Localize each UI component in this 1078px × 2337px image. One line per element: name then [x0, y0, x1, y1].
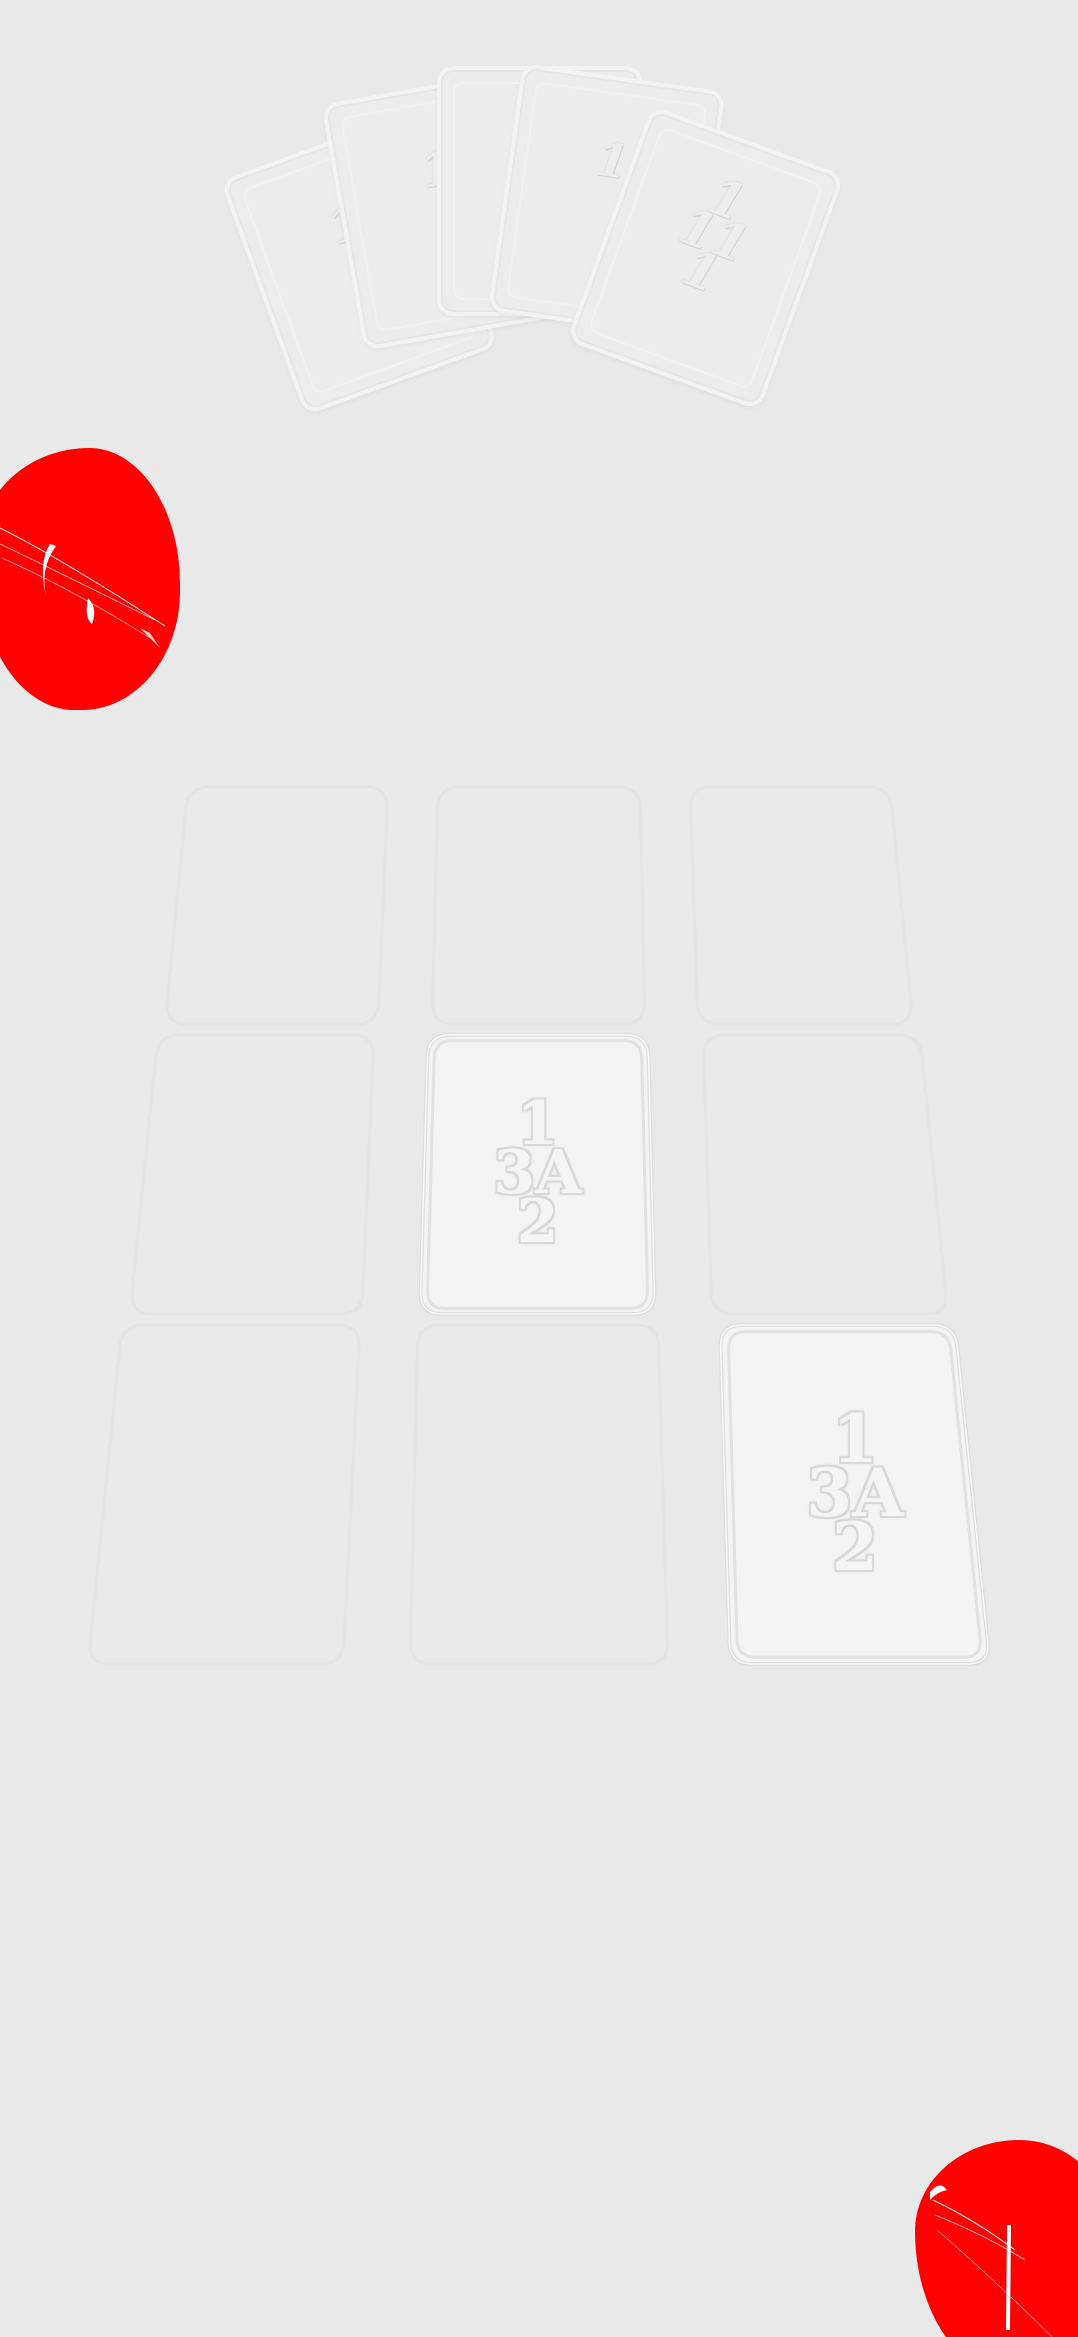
player-token	[915, 2140, 1078, 2337]
opponent-token	[0, 448, 180, 710]
slot-outline	[130, 1033, 375, 1316]
slot-outline	[702, 1033, 948, 1316]
board-slot-empty[interactable]	[426, 781, 651, 1030]
board-slot-occupied[interactable]: 1 3A 2	[414, 1029, 661, 1320]
blood-splat-icon	[930, 2185, 1053, 2337]
card-rank-bottom: 2	[516, 1186, 559, 1257]
card-rank: 1 3A 2	[714, 1406, 996, 1587]
slot-outline	[408, 1323, 669, 1666]
slot-outline	[689, 785, 913, 1026]
board-slot-empty[interactable]	[124, 1029, 380, 1320]
game-table: 1 1 1 1 1 11 1 13A213A2	[0, 0, 1078, 2337]
board-slot-empty[interactable]	[684, 781, 919, 1030]
board-slot-occupied[interactable]: 1 3A 2	[714, 1319, 996, 1670]
board-slot-empty[interactable]	[82, 1319, 366, 1670]
blood-splat-icon	[0, 527, 166, 648]
slot-outline	[165, 785, 389, 1026]
card-rank-bottom: 2	[832, 1508, 878, 1587]
card-rank: 1 3A 2	[414, 1093, 661, 1257]
board-slot-empty[interactable]	[159, 781, 394, 1030]
slot-outline	[431, 785, 647, 1026]
board-slot-empty[interactable]	[404, 1319, 674, 1670]
slot-outline	[88, 1323, 361, 1666]
board-slot-empty[interactable]	[697, 1029, 954, 1320]
